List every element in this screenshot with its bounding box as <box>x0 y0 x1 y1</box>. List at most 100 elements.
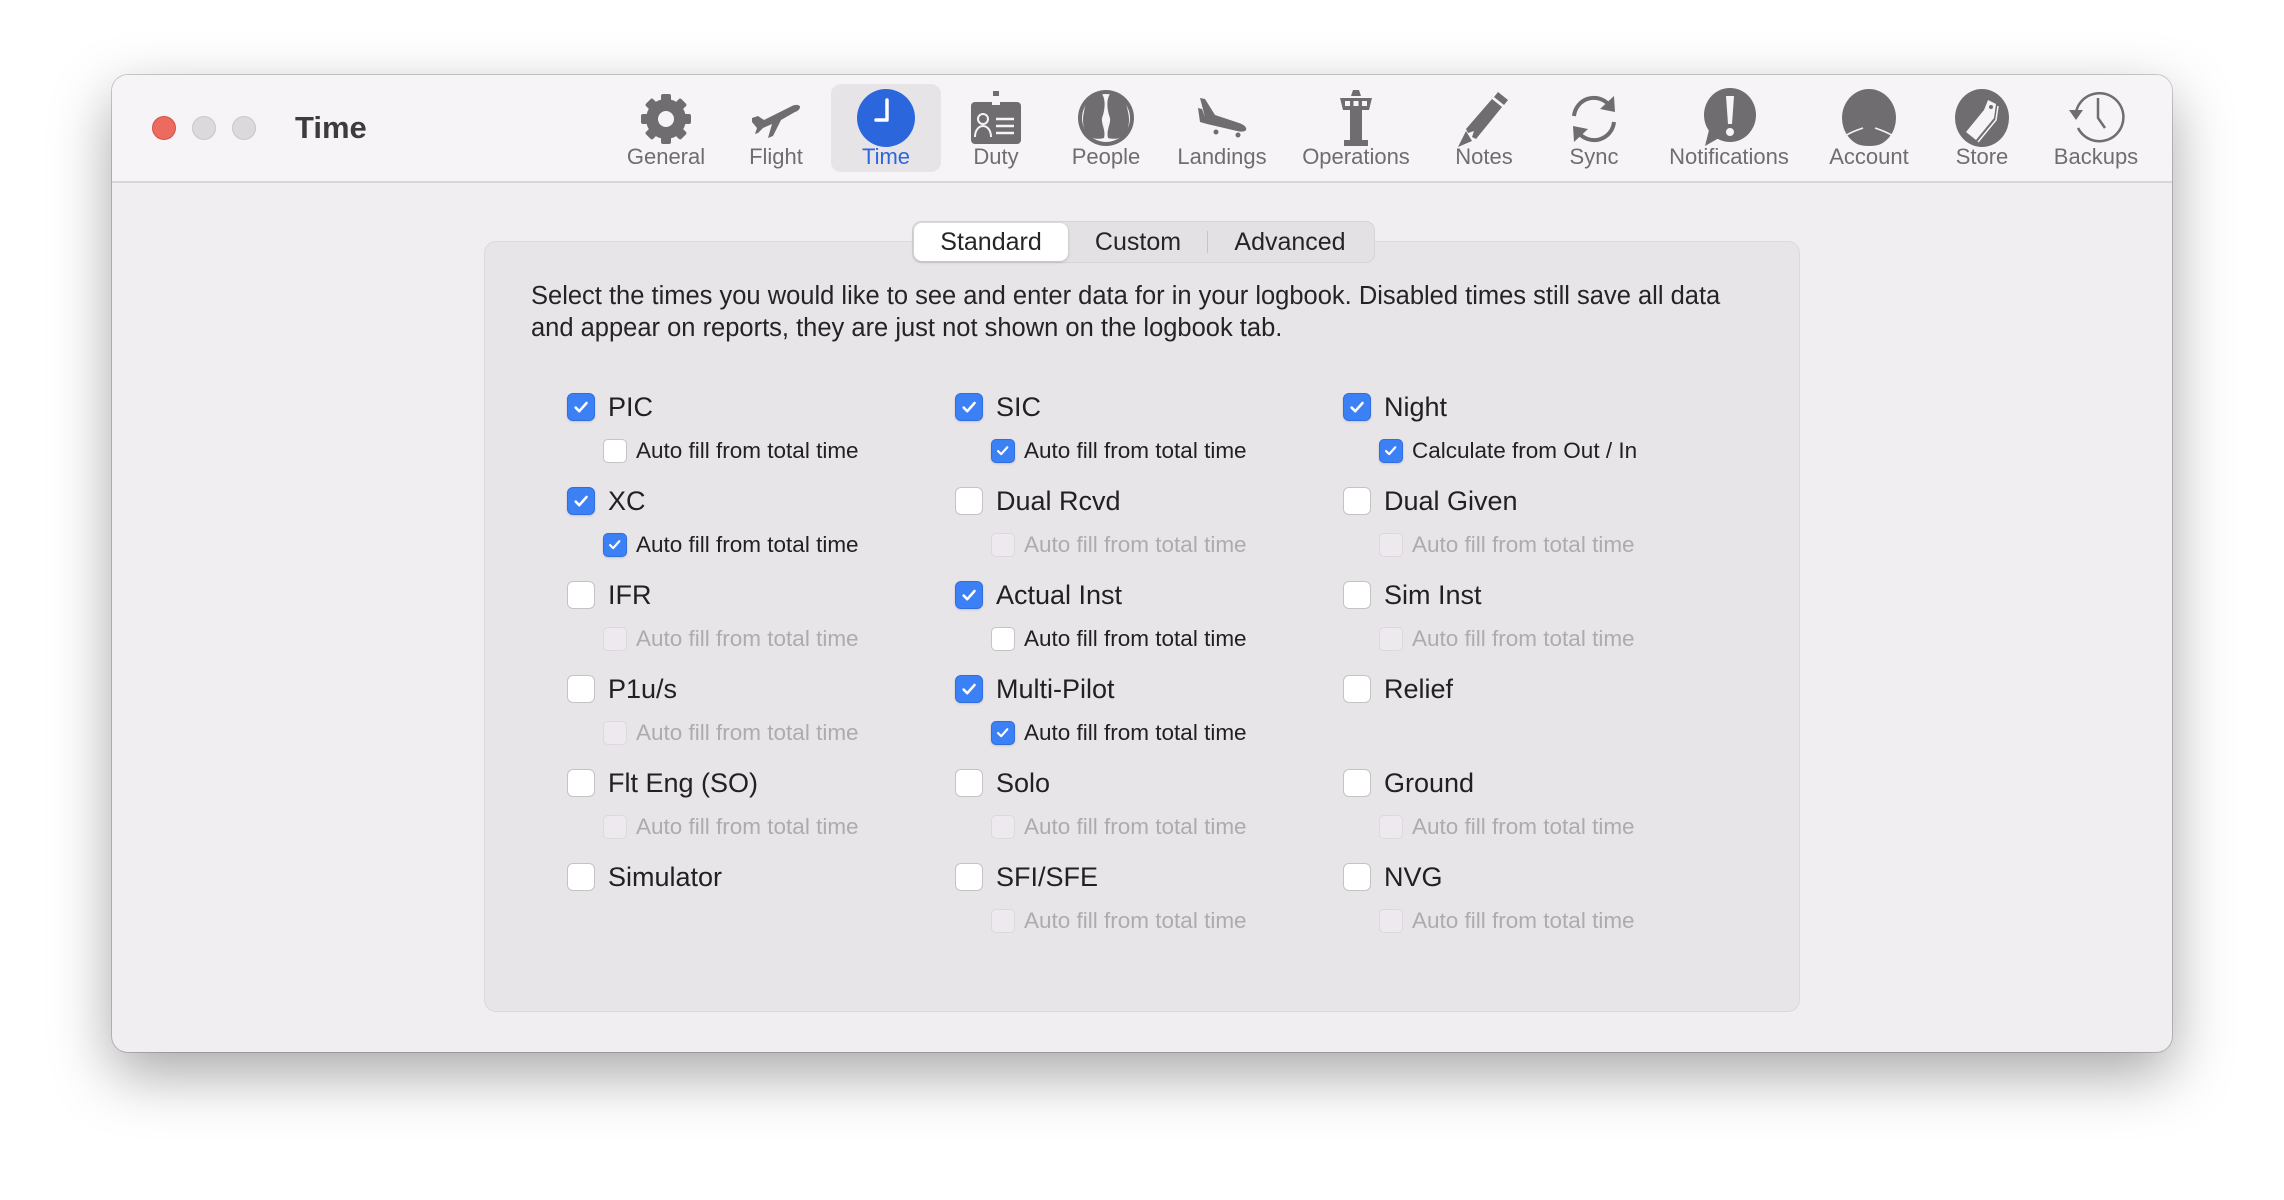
checkbox-ground[interactable]: Ground <box>1343 768 1474 798</box>
checkbox-box[interactable] <box>567 675 595 703</box>
sub-checkbox-pic[interactable]: Auto fill from total time <box>603 438 859 464</box>
checkbox-box[interactable] <box>1343 675 1371 703</box>
toolbar-item-notifications[interactable]: Notifications <box>1669 84 1789 172</box>
checkbox-box[interactable] <box>567 581 595 609</box>
checkbox-box[interactable] <box>1343 581 1371 609</box>
preferences-window: Time General Flight Time Duty People Landings… <box>112 75 2172 1052</box>
checkbox-box <box>991 815 1015 839</box>
intro-text: Select the times you would like to see a… <box>531 282 1721 342</box>
checkbox-box[interactable] <box>955 393 983 421</box>
sub-checkbox-sic[interactable]: Auto fill from total time <box>991 438 1247 464</box>
control-tower-icon <box>1326 88 1386 148</box>
segment-standard[interactable]: Standard <box>914 223 1068 261</box>
checkbox-box[interactable] <box>1343 769 1371 797</box>
checkbox-box[interactable] <box>991 439 1015 463</box>
checkbox-box <box>1379 909 1403 933</box>
sub-checkbox-label: Calculate from Out / In <box>1412 438 1638 463</box>
checkbox-sfi-sfe[interactable]: SFI/SFE <box>955 862 1098 892</box>
checkbox-box[interactable] <box>1343 863 1371 891</box>
checkbox-label: Ground <box>1384 767 1475 798</box>
airplane-landing-icon <box>1192 88 1252 148</box>
checkbox-nvg[interactable]: NVG <box>1343 862 1443 892</box>
sub-checkbox-solo: Auto fill from total time <box>991 814 1247 840</box>
close-button[interactable] <box>152 116 176 140</box>
checkbox-dual-given[interactable]: Dual Given <box>1343 486 1518 516</box>
checkmark-icon <box>574 495 588 507</box>
sub-checkbox-nvg: Auto fill from total time <box>1379 908 1635 934</box>
sub-checkbox-label: Auto fill from total time <box>636 814 859 839</box>
checkbox-box[interactable] <box>991 721 1015 745</box>
checkbox-actual-inst[interactable]: Actual Inst <box>955 580 1122 610</box>
zoom-button[interactable] <box>232 116 256 140</box>
mode-segmented-control: Standard Custom Advanced <box>912 221 1375 263</box>
sub-checkbox-label: Auto fill from total time <box>636 720 859 745</box>
checkbox-label: SFI/SFE <box>996 861 1099 892</box>
sub-checkbox-label: Auto fill from total time <box>636 532 859 557</box>
sub-checkbox-ground: Auto fill from total time <box>1379 814 1635 840</box>
checkbox-solo[interactable]: Solo <box>955 768 1050 798</box>
checkbox-box[interactable] <box>567 769 595 797</box>
checkmark-icon <box>962 683 976 695</box>
checkbox-dual-rcvd[interactable]: Dual Rcvd <box>955 486 1121 516</box>
checkbox-box[interactable] <box>603 533 627 557</box>
checkbox-label: Dual Given <box>1384 485 1518 516</box>
checkbox-label: Simulator <box>608 861 723 892</box>
checkbox-box[interactable] <box>603 439 627 463</box>
clock-icon <box>856 88 916 148</box>
checkbox-ifr[interactable]: IFR <box>567 580 652 610</box>
checkbox-box <box>1379 533 1403 557</box>
sub-checkbox-xc[interactable]: Auto fill from total time <box>603 532 859 558</box>
checkbox-flt-eng-so[interactable]: Flt Eng (SO) <box>567 768 758 798</box>
airplane-takeoff-icon <box>746 88 806 148</box>
checkbox-box[interactable] <box>1343 393 1371 421</box>
checkbox-night[interactable]: Night <box>1343 392 1447 422</box>
sub-checkbox-dual-rcvd: Auto fill from total time <box>991 532 1247 558</box>
toolbar-item-label: Backups <box>2053 144 2139 169</box>
checkbox-label: Relief <box>1384 673 1454 704</box>
checkbox-sic[interactable]: SIC <box>955 392 1041 422</box>
checkbox-xc[interactable]: XC <box>567 486 646 516</box>
checkbox-box[interactable] <box>567 863 595 891</box>
checkbox-box[interactable] <box>955 487 983 515</box>
sub-checkbox-dual-given: Auto fill from total time <box>1379 532 1635 558</box>
sync-icon <box>1564 88 1624 148</box>
checkbox-sim-inst[interactable]: Sim Inst <box>1343 580 1482 610</box>
checkbox-label: Night <box>1384 391 1448 422</box>
sub-checkbox-label: Auto fill from total time <box>1412 532 1635 557</box>
checkbox-box <box>1379 627 1403 651</box>
segment-custom[interactable]: Custom <box>1069 222 1207 262</box>
minimize-button[interactable] <box>192 116 216 140</box>
id-badge-icon <box>966 88 1026 148</box>
checkbox-multi-pilot[interactable]: Multi-Pilot <box>955 674 1115 704</box>
segment-advanced[interactable]: Advanced <box>1208 222 1372 262</box>
toolbar-item-backups[interactable]: Backups <box>2041 84 2151 172</box>
checkbox-label: SIC <box>996 391 1042 422</box>
checkbox-label: NVG <box>1384 861 1443 892</box>
checkbox-simulator[interactable]: Simulator <box>567 862 722 892</box>
checkbox-label: Multi-Pilot <box>996 673 1115 704</box>
checkbox-box[interactable] <box>955 769 983 797</box>
sub-checkbox-label: Auto fill from total time <box>1024 532 1247 557</box>
checkmark-icon <box>962 401 976 413</box>
checkbox-box[interactable] <box>1379 439 1403 463</box>
checkbox-box <box>991 533 1015 557</box>
checkbox-box[interactable] <box>567 393 595 421</box>
checkbox-label: Actual Inst <box>996 579 1123 610</box>
checkbox-pic[interactable]: PIC <box>567 392 653 422</box>
segment-label: Standard <box>940 227 1042 256</box>
sub-checkbox-multi-pilot[interactable]: Auto fill from total time <box>991 720 1247 746</box>
toolbar-item-sync[interactable]: Sync <box>1539 84 1649 172</box>
people-icon <box>1076 88 1136 148</box>
checkbox-box[interactable] <box>955 675 983 703</box>
checkbox-box[interactable] <box>955 581 983 609</box>
checkbox-box[interactable] <box>991 627 1015 651</box>
checkbox-relief[interactable]: Relief <box>1343 674 1453 704</box>
checkbox-box[interactable] <box>955 863 983 891</box>
sub-checkbox-p1u-s: Auto fill from total time <box>603 720 859 746</box>
checkbox-box[interactable] <box>1343 487 1371 515</box>
sub-checkbox-actual-inst[interactable]: Auto fill from total time <box>991 626 1247 652</box>
checkbox-box[interactable] <box>567 487 595 515</box>
checkbox-p1u-s[interactable]: P1u/s <box>567 674 677 704</box>
sub-checkbox-night[interactable]: Calculate from Out / In <box>1379 438 1637 464</box>
checkbox-label: IFR <box>608 579 652 610</box>
